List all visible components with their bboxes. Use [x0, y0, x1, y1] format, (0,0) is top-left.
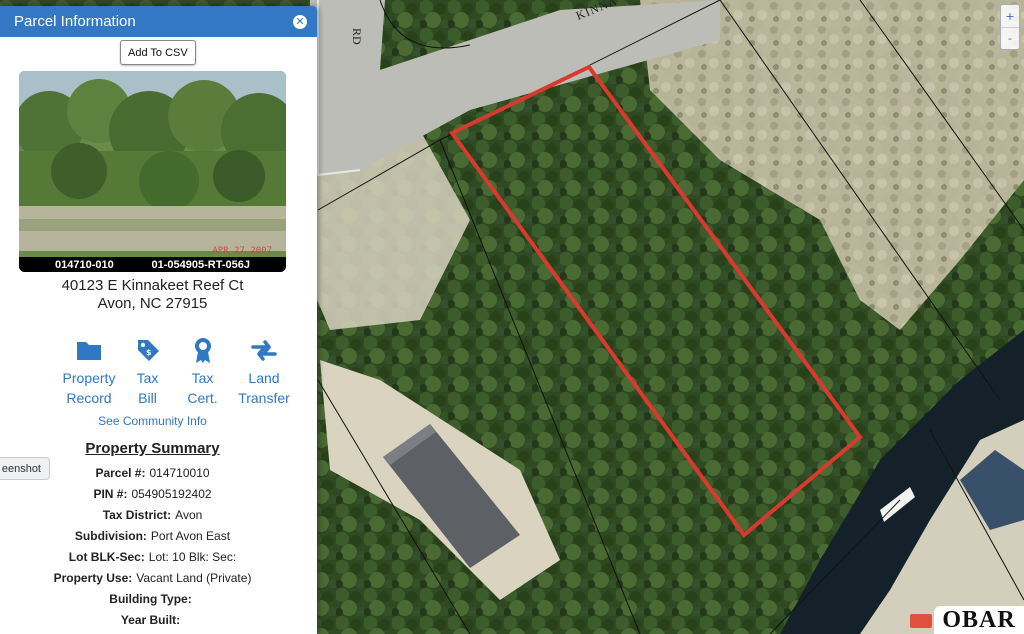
property-summary: Parcel #: 014710010 PIN #: 054905192402 Ta…	[0, 462, 305, 630]
panel-header: Parcel Information ✕	[0, 6, 317, 37]
close-icon[interactable]: ✕	[293, 14, 307, 29]
land-transfer-label-2: Transfer	[238, 390, 290, 406]
see-community-info-link[interactable]: See Community Info	[0, 414, 305, 428]
summary-row-lot-blk-sec: Lot BLK-Sec: Lot: 10 Blk: Sec:	[0, 546, 305, 567]
zoom-in-button[interactable]: +	[1001, 5, 1019, 27]
summary-row-year-built: Year Built:	[0, 609, 305, 630]
summary-value: Port Avon East	[150, 528, 231, 543]
parcel-actions: Property Record $ Tax Bill Tax Cert. Lan…	[58, 336, 298, 408]
property-record-label-1: Property	[62, 370, 116, 386]
summary-value: 014710010	[149, 465, 210, 480]
summary-value: Lot: 10 Blk: Sec:	[148, 549, 237, 564]
screenshot-button[interactable]: eenshot	[0, 457, 50, 480]
summary-row-pin: PIN #: 054905192402	[0, 483, 305, 504]
zoom-control: + -	[1000, 4, 1020, 50]
summary-row-property-use: Property Use: Vacant Land (Private)	[0, 567, 305, 588]
property-summary-title: Property Summary	[85, 440, 220, 457]
summary-value: 054905192402	[131, 486, 212, 501]
tax-bill-label-2: Bill	[138, 390, 157, 406]
address-line-1: 40123 E Kinnakeet Reef Ct	[61, 277, 244, 294]
tax-cert-label-1: Tax	[191, 370, 214, 386]
photo-parcel-id: 014710-010	[55, 258, 114, 271]
summary-row-subdivision: Subdivision: Port Avon East	[0, 525, 305, 546]
parcel-info-panel: Parcel Information ✕ Add To CSV APR 27 2…	[0, 6, 317, 634]
summary-key: Lot BLK-Sec:	[68, 549, 145, 564]
summary-key: Parcel #:	[95, 465, 146, 480]
map-marker[interactable]	[910, 614, 932, 628]
photo-date-stamp: APR 27 2007	[212, 246, 272, 256]
address-line-2: Avon, NC 27915	[97, 295, 208, 312]
svg-text:$: $	[146, 348, 152, 357]
tag-icon: $	[135, 336, 161, 364]
add-to-csv-button[interactable]: Add To CSV	[120, 40, 196, 65]
summary-value: Vacant Land (Private)	[136, 570, 252, 585]
summary-key: Tax District:	[102, 507, 172, 522]
property-record-link[interactable]: Property Record	[58, 336, 120, 408]
summary-key: PIN #:	[93, 486, 128, 501]
photo-caption: 014710-010 01-054905-RT-056J	[19, 257, 286, 272]
summary-key: Year Built:	[120, 612, 181, 627]
summary-row-building-type: Building Type:	[0, 588, 305, 609]
tax-bill-label-1: Tax	[136, 370, 159, 386]
transfer-arrows-icon	[251, 336, 277, 364]
panel-title: Parcel Information	[14, 13, 136, 30]
obar-logo: OBAR	[934, 606, 1024, 634]
summary-key: Subdivision:	[74, 528, 147, 543]
photo-reference-id: 01-054905-RT-056J	[151, 258, 250, 271]
property-record-label-2: Record	[66, 390, 112, 406]
property-photo-image	[19, 71, 286, 272]
summary-row-tax-district: Tax District: Avon	[0, 504, 305, 525]
summary-key: Building Type:	[109, 591, 192, 606]
property-photo: APR 27 2007 014710-010 01-054905-RT-056J	[19, 71, 286, 272]
folder-icon	[76, 336, 102, 364]
summary-value: Avon	[175, 507, 203, 522]
zoom-out-button[interactable]: -	[1001, 27, 1019, 49]
tax-cert-link[interactable]: Tax Cert.	[175, 336, 230, 408]
land-transfer-link[interactable]: Land Transfer	[230, 336, 298, 408]
road-label-rd: RD	[350, 28, 364, 45]
land-transfer-label-1: Land	[248, 370, 280, 386]
tax-cert-label-2: Cert.	[187, 390, 218, 406]
certificate-icon	[191, 336, 215, 364]
summary-key: Property Use:	[53, 570, 133, 585]
tax-bill-link[interactable]: $ Tax Bill	[120, 336, 175, 408]
